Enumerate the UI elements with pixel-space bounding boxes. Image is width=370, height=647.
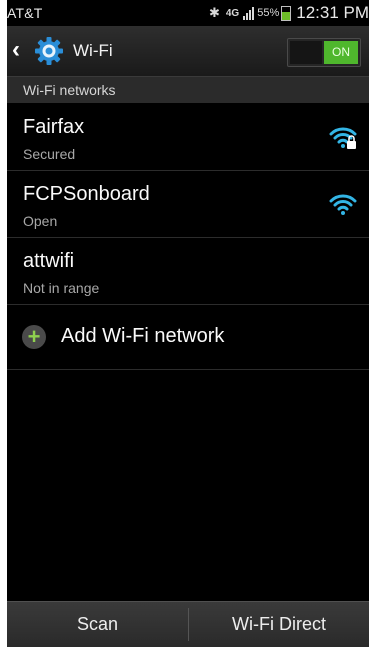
bottom-bar: Scan Wi-Fi Direct <box>7 601 369 647</box>
network-item-fairfax[interactable]: Fairfax Secured <box>7 104 369 171</box>
section-header: Wi-Fi networks <box>7 77 369 103</box>
network-item-fcpsonboard[interactable]: FCPSonboard Open <box>7 171 369 238</box>
signal-icon <box>243 6 255 20</box>
battery-percent: 55% <box>257 7 280 19</box>
action-bar: ‹ Wi-Fi ON <box>7 26 369 77</box>
page-title: Wi-Fi <box>73 41 113 60</box>
plus-icon: + <box>22 325 46 349</box>
network-name: FCPSonboard <box>23 183 150 205</box>
network-status: Open <box>23 213 58 229</box>
wifi-icon <box>329 194 357 215</box>
back-icon[interactable]: ‹ <box>12 38 32 62</box>
lte-icon: 4G <box>225 7 240 19</box>
wifi-toggle[interactable]: ON <box>287 38 361 67</box>
network-name: Fairfax <box>23 116 85 138</box>
add-network-label: Add Wi-Fi network <box>61 325 225 347</box>
network-status: Secured <box>23 146 76 162</box>
clock: 12:31 PM <box>296 3 369 22</box>
toggle-on-label: ON <box>324 41 358 64</box>
battery-icon <box>281 5 292 21</box>
wifi-direct-button[interactable]: Wi-Fi Direct <box>189 602 369 647</box>
network-item-attwifi[interactable]: attwifi Not in range <box>7 238 369 305</box>
status-icons: ✱ 4G 55% 12:31 PM <box>209 0 369 26</box>
section-title: Wi-Fi networks <box>23 82 116 98</box>
add-network-button[interactable]: + Add Wi-Fi network <box>7 304 369 370</box>
status-bar: AT&T ✱ 4G 55% 12:31 PM <box>7 0 369 26</box>
bluetooth-icon: ✱ <box>208 5 220 20</box>
network-name: attwifi <box>23 250 75 272</box>
toggle-track <box>290 41 322 64</box>
network-status: Not in range <box>23 280 100 296</box>
scan-button[interactable]: Scan <box>7 602 188 647</box>
wifi-lock-icon <box>329 127 357 149</box>
phone-screen: AT&T ✱ 4G 55% 12:31 PM ‹ Wi-Fi ON Wi-Fi … <box>7 0 369 647</box>
carrier-label: AT&T <box>7 5 43 21</box>
settings-gear-icon[interactable] <box>34 36 64 66</box>
